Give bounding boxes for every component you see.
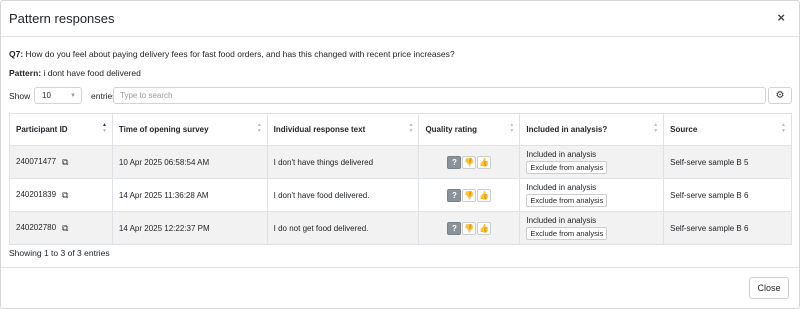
column-header-label: Quality rating — [425, 125, 477, 134]
unrated-button[interactable]: ? — [447, 221, 462, 235]
time-cell: 10 Apr 2025 06:58:54 AM — [112, 145, 268, 179]
included-cell: Included in analysis Exclude from analysi… — [519, 145, 665, 179]
sort-icon: ▲ ▼ — [256, 122, 262, 134]
thumbs-up-icon[interactable]: 👍 — [477, 221, 492, 235]
included-status: Included in analysis — [526, 183, 597, 192]
included-cell: Included in analysis Exclude from analysi… — [519, 178, 665, 212]
col-source[interactable]: Source ▲ ▼ — [663, 113, 792, 146]
table-row: 240071477 ⧉ 10 Apr 2025 06:58:54 AM I don… — [9, 145, 792, 179]
table-controls: Show 10 ▼ entries Type to search ⚙ — [9, 87, 792, 104]
source-cell: Self-serve sample B 6 — [663, 178, 792, 212]
column-header-label: Source — [670, 125, 698, 134]
included-status: Included in analysis — [526, 216, 597, 225]
responses-table: Participant ID ▲ ▼ Time of opening survey… — [9, 113, 792, 245]
exclude-button[interactable]: Exclude from analysis — [526, 227, 608, 240]
external-link-icon[interactable]: ⧉ — [62, 223, 68, 234]
question-label: Q7: — [9, 49, 24, 59]
thumbs-up-icon[interactable]: 👍 — [477, 188, 492, 202]
unrated-button[interactable]: ? — [447, 188, 462, 202]
gear-icon: ⚙ — [775, 90, 785, 101]
sort-icon: ▲ ▼ — [408, 122, 414, 134]
col-participant-id[interactable]: Participant ID ▲ ▼ — [9, 113, 113, 146]
exclude-button[interactable]: Exclude from analysis — [526, 161, 608, 174]
col-included[interactable]: Included in analysis? ▲ ▼ — [519, 113, 665, 146]
response-cell: I do not get food delivered. — [267, 211, 420, 245]
page-length-select[interactable]: 10 ▼ — [34, 87, 82, 104]
column-header-label: Time of opening survey — [118, 125, 209, 134]
modal-header: Pattern responses × — [1, 1, 799, 37]
response-cell: I don't have things delivered — [267, 145, 420, 179]
pattern-responses-modal: Pattern responses × Q7: How do you feel … — [0, 0, 800, 309]
participant-id-cell: 240202780 ⧉ — [9, 211, 113, 245]
column-header-label: Participant ID — [16, 125, 68, 134]
column-header-label: Included in analysis? — [526, 125, 608, 134]
included-cell: Included in analysis Exclude from analysi… — [519, 211, 665, 245]
thumbs-down-icon[interactable]: 👎 — [462, 188, 477, 202]
quality-cell: ? 👎 👍 — [418, 211, 521, 245]
sort-icon: ▲ ▼ — [509, 122, 515, 134]
included-status: Included in analysis — [526, 150, 597, 159]
col-response[interactable]: Individual response text ▲ ▼ — [267, 113, 420, 146]
table-info: Showing 1 to 3 of 3 entries — [9, 248, 110, 258]
table-row: 240202780 ⧉ 14 Apr 2025 12:22:37 PM I do … — [9, 211, 792, 245]
participant-id: 240202780 — [16, 222, 57, 232]
external-link-icon[interactable]: ⧉ — [62, 157, 68, 168]
quality-cell: ? 👎 👍 — [418, 145, 521, 179]
time-cell: 14 Apr 2025 11:36:28 AM — [112, 178, 268, 212]
source-cell: Self-serve sample B 6 — [663, 211, 792, 245]
pattern-text: i dont have food delivered — [43, 68, 141, 78]
sort-icon: ▲ ▼ — [101, 122, 107, 134]
table-row: 240201839 ⧉ 14 Apr 2025 11:36:28 AM I don… — [9, 178, 792, 212]
participant-id-cell: 240201839 ⧉ — [9, 178, 113, 212]
modal-footer: Close — [1, 267, 799, 309]
col-quality[interactable]: Quality rating ▲ ▼ — [418, 113, 521, 146]
show-label: Show — [9, 91, 31, 101]
quality-cell: ? 👎 👍 — [418, 178, 521, 212]
participant-id: 240071477 — [16, 156, 57, 166]
thumbs-down-icon[interactable]: 👎 — [462, 221, 477, 235]
sort-icon: ▲ ▼ — [781, 122, 786, 134]
participant-id: 240201839 — [16, 189, 57, 199]
exclude-button[interactable]: Exclude from analysis — [526, 194, 608, 207]
external-link-icon[interactable]: ⧉ — [62, 190, 68, 201]
thumbs-up-icon[interactable]: 👍 — [477, 155, 492, 169]
pattern-label: Pattern: — [9, 68, 42, 78]
page-length-value: 10 — [42, 91, 51, 100]
response-cell: I don't have food delivered. — [267, 178, 420, 212]
thumbs-down-icon[interactable]: 👎 — [462, 155, 477, 169]
chevron-down-icon: ▼ — [70, 93, 76, 99]
question-text: How do you feel about paying delivery fe… — [25, 49, 455, 59]
table-header-row: Participant ID ▲ ▼ Time of opening survey… — [9, 113, 792, 146]
col-time[interactable]: Time of opening survey ▲ ▼ — [112, 113, 268, 146]
participant-id-cell: 240071477 ⧉ — [9, 145, 113, 179]
close-button[interactable]: Close — [749, 277, 789, 299]
settings-button[interactable]: ⚙ — [768, 87, 792, 104]
modal-title: Pattern responses — [9, 11, 115, 26]
unrated-button[interactable]: ? — [447, 155, 462, 169]
search-input[interactable]: Type to search — [113, 87, 766, 104]
pattern-line: Pattern: i dont have food delivered — [9, 68, 141, 78]
column-header-label: Individual response text — [273, 125, 366, 134]
source-cell: Self-serve sample B 5 — [663, 145, 792, 179]
sort-icon: ▲ ▼ — [653, 122, 659, 134]
time-cell: 14 Apr 2025 12:22:37 PM — [112, 211, 268, 245]
close-icon[interactable]: × — [777, 11, 785, 24]
question-line: Q7: How do you feel about paying deliver… — [9, 49, 455, 59]
